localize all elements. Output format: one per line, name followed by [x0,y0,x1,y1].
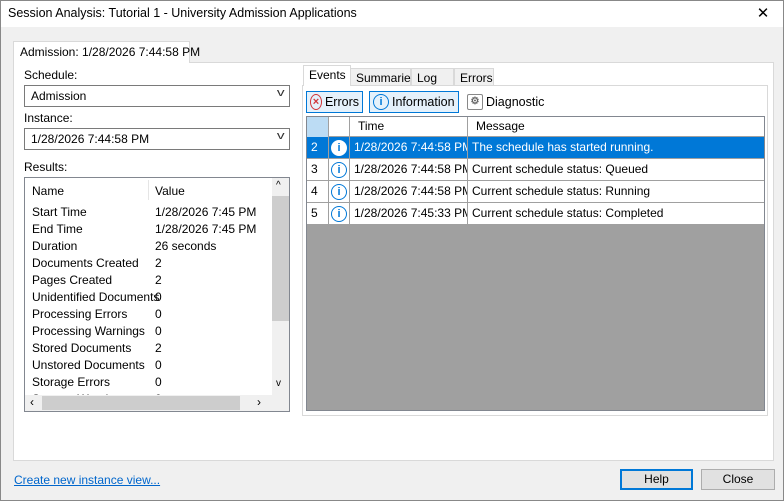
result-value: 2 [155,256,162,270]
event-time: 1/28/2026 7:45:33 PM [350,203,468,225]
event-icon-cell: i [329,137,350,159]
event-number: 4 [307,181,329,203]
result-value: 0 [155,290,162,304]
event-row[interactable]: 3 i 1/28/2026 7:44:58 PM Current schedul… [307,159,764,181]
event-icon-cell: i [329,203,350,225]
filter-diagnostic-label: Diagnostic [486,95,545,109]
results-label: Results: [24,160,68,174]
results-list[interactable]: Name Value Start Time 1/28/2026 7:45 PM En… [24,177,290,412]
tab-errors[interactable]: Errors [454,68,494,86]
vertical-scrollbar[interactable]: ^ v [272,178,289,395]
result-name: Processing Errors [32,307,128,321]
chevron-down-icon: v [276,130,285,142]
event-message: Current schedule status: Queued [472,162,649,176]
horizontal-scrollbar[interactable]: ‹ › [25,395,289,411]
result-name: End Time [32,222,83,236]
event-row[interactable]: 2 i 1/28/2026 7:44:58 PM The schedule ha… [307,137,764,159]
help-button[interactable]: Help [620,469,693,490]
result-value: 2 [155,273,162,287]
result-value: 2 [155,341,162,355]
event-number: 2 [307,137,329,159]
column-header-name[interactable]: Name [32,184,64,198]
result-value: 0 [155,358,162,372]
info-icon: i [331,184,347,200]
grid-header: Time Message [307,117,764,137]
result-name: Duration [32,239,78,253]
window-title: Session Analysis: Tutorial 1 - Universit… [8,6,357,20]
filter-diagnostic-button[interactable]: ⚙ Diagnostic [464,91,549,113]
result-value: 26 seconds [155,239,217,253]
scroll-left-icon[interactable]: ‹ [30,395,34,409]
session-analysis-window: Session Analysis: Tutorial 1 - Universit… [0,0,784,501]
info-icon: i [331,206,347,222]
schedule-select[interactable]: Admission v [24,85,290,107]
result-name: Unstored Documents [32,358,145,372]
column-header-icon[interactable] [329,117,350,137]
event-row[interactable]: 4 i 1/28/2026 7:44:58 PM Current schedul… [307,181,764,203]
result-value: 1/28/2026 7:45 PM [155,205,257,219]
info-icon: i [373,94,389,110]
filter-information-label: Information [392,95,455,109]
tab-admission[interactable]: Admission: 1/28/2026 7:44:58 PM [13,41,200,63]
vertical-scroll-thumb[interactable] [272,196,289,321]
result-name: Processing Warnings [32,324,145,338]
result-name: Documents Created [32,256,139,270]
result-name: Unidentified Documents [32,290,160,304]
event-time: 1/28/2026 7:44:58 PM [350,159,468,181]
event-message: Current schedule status: Completed [472,206,664,220]
event-number: 3 [307,159,329,181]
create-instance-view-link[interactable]: Create new instance view... [14,473,160,487]
scroll-down-icon[interactable]: v [276,378,281,389]
filter-information-button[interactable]: i Information [369,91,459,113]
instance-label: Instance: [24,111,73,125]
tab-log[interactable]: Log [411,68,454,86]
filter-errors-label: Errors [324,95,359,109]
horizontal-scroll-thumb[interactable] [42,396,240,410]
results-header: Name Value [25,178,273,202]
result-value: 0 [155,307,162,321]
scroll-up-icon[interactable]: ^ [276,180,281,191]
event-message: The schedule has started running. [472,140,654,154]
result-name: Storage Errors [32,375,111,389]
filter-errors-button[interactable]: × Errors [306,91,363,113]
result-name: Stored Documents [32,341,132,355]
event-icon-cell: i [329,159,350,181]
scroll-right-icon[interactable]: › [257,395,261,409]
instance-value: 1/28/2026 7:44:58 PM [31,132,150,146]
tab-summaries[interactable]: Summaries [350,68,417,86]
window-close-button[interactable]: ✕ [743,1,783,27]
result-name: Start Time [32,205,87,219]
tab-events[interactable]: Events [303,65,351,86]
info-icon: i [331,140,347,156]
event-number: 5 [307,203,329,225]
schedule-label: Schedule: [24,68,78,82]
event-time: 1/28/2026 7:44:58 PM [350,181,468,203]
info-icon: i [331,162,347,178]
close-button[interactable]: Close [701,469,775,490]
result-value: 0 [155,375,162,389]
column-divider [148,180,149,200]
event-time: 1/28/2026 7:44:58 PM [350,137,468,159]
schedule-value: Admission [31,89,87,103]
column-header-message[interactable]: Message [468,117,764,137]
event-icon-cell: i [329,181,350,203]
result-value: 1/28/2026 7:45 PM [155,222,257,236]
event-row[interactable]: 5 i 1/28/2026 7:45:33 PM Current schedul… [307,203,764,225]
gear-icon: ⚙ [467,94,483,110]
chevron-down-icon: v [276,87,285,99]
event-message: Current schedule status: Running [472,184,651,198]
instance-select[interactable]: 1/28/2026 7:44:58 PM v [24,128,290,150]
column-header-time[interactable]: Time [350,117,468,137]
title-bar: Session Analysis: Tutorial 1 - Universit… [1,1,783,27]
row-header-corner[interactable] [307,117,329,137]
result-value: 0 [155,324,162,338]
error-icon: × [310,94,322,110]
events-grid[interactable]: Time Message 2 i 1/28/2026 7:44:58 PM Th… [306,116,765,411]
column-header-value[interactable]: Value [155,184,185,198]
result-name: Pages Created [32,273,113,287]
